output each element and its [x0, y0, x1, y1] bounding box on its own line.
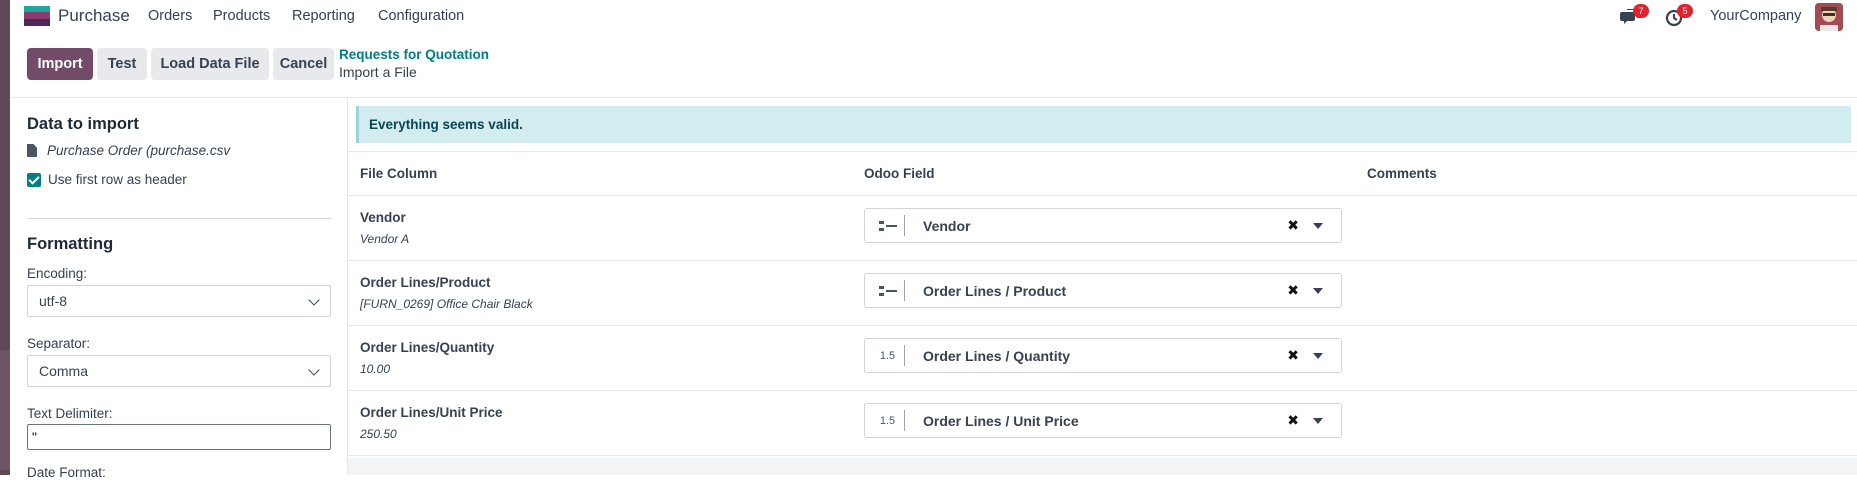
caret-down-icon[interactable]: [1313, 417, 1323, 424]
user-avatar[interactable]: [1815, 3, 1843, 31]
encoding-value: utf-8: [39, 293, 68, 309]
header-option-label: Use first row as header: [48, 172, 187, 187]
file-column-name: Vendor: [360, 210, 406, 225]
left-edge-strip: [0, 0, 10, 475]
float-type-icon: 1.5: [871, 410, 905, 431]
table-row: Vendor Vendor A Vendor ✖: [348, 196, 1857, 261]
table-footer-band: [348, 458, 1857, 475]
file-icon: [27, 144, 37, 157]
clear-icon[interactable]: ✖: [1287, 217, 1299, 234]
header-checkbox[interactable]: [27, 172, 41, 187]
cancel-button[interactable]: Cancel: [273, 48, 334, 80]
validation-alert: Everything seems valid.: [356, 106, 1851, 143]
text-delimiter-input[interactable]: ": [27, 424, 331, 450]
import-options-sidebar: Data to import Purchase Order (purchase.…: [10, 98, 348, 480]
odoo-field-select[interactable]: 1.5 Order Lines / Unit Price ✖: [864, 403, 1342, 438]
table-row: Order Lines/Quantity 10.00 1.5 Order Lin…: [348, 326, 1857, 391]
header-odoo-field: Odoo Field: [864, 166, 935, 181]
table-row: Order Lines/Unit Price 250.50 1.5 Order …: [348, 391, 1857, 456]
header-file-column: File Column: [360, 166, 438, 181]
date-format-label: Date Format:: [27, 465, 106, 480]
import-main-area: Everything seems valid. File Column Odoo…: [348, 98, 1857, 475]
control-panel: Import Test Load Data File Cancel Reques…: [10, 34, 1857, 98]
table-row: Order Lines/Product [FURN_0269] Office C…: [348, 261, 1857, 326]
menu-configuration[interactable]: Configuration: [378, 8, 464, 24]
file-column-sample: 250.50: [360, 427, 397, 441]
odoo-field-select[interactable]: 1.5 Order Lines / Quantity ✖: [864, 338, 1342, 373]
file-column-name: Order Lines/Quantity: [360, 340, 495, 355]
clear-icon[interactable]: ✖: [1287, 412, 1299, 429]
menu-orders[interactable]: Orders: [148, 8, 192, 24]
formatting-heading: Formatting: [27, 235, 114, 253]
left-edge-bump: [0, 350, 10, 470]
caret-down-icon[interactable]: [1313, 287, 1323, 294]
odoo-field-value: Vendor: [923, 217, 971, 234]
sidebar-divider: [27, 218, 331, 219]
company-switcher[interactable]: YourCompany: [1710, 8, 1801, 24]
file-column-sample: Vendor A: [360, 232, 410, 246]
breadcrumb-parent[interactable]: Requests for Quotation: [339, 47, 489, 62]
file-name-line: Purchase Order (purchase.csv: [27, 143, 230, 158]
app-name[interactable]: Purchase: [58, 6, 130, 26]
activity-badge: 5: [1677, 4, 1693, 18]
chat-badge: 7: [1633, 4, 1649, 18]
text-delimiter-label: Text Delimiter:: [27, 406, 113, 421]
file-column-name: Order Lines/Unit Price: [360, 405, 503, 420]
mapping-table: File Column Odoo Field Comments Vendor V…: [348, 151, 1857, 456]
chevron-down-icon: [308, 364, 320, 376]
data-to-import-heading: Data to import: [27, 115, 139, 133]
purchase-app-icon[interactable]: [24, 6, 50, 26]
float-type-icon: 1.5: [871, 345, 905, 366]
menu-products[interactable]: Products: [213, 8, 270, 24]
import-button[interactable]: Import: [27, 48, 93, 80]
breadcrumb-current: Import a File: [339, 64, 417, 80]
header-comments: Comments: [1367, 166, 1437, 181]
relation-icon: [871, 215, 905, 236]
header-option[interactable]: Use first row as header: [27, 172, 187, 187]
separator-value: Comma: [39, 363, 89, 379]
encoding-select[interactable]: utf-8: [27, 285, 331, 317]
separator-select[interactable]: Comma: [27, 355, 331, 387]
table-header: File Column Odoo Field Comments: [348, 151, 1857, 196]
menu-reporting[interactable]: Reporting: [292, 8, 355, 24]
file-column-sample: 10.00: [360, 362, 391, 376]
load-data-file-button[interactable]: Load Data File: [151, 48, 269, 80]
odoo-field-value: Order Lines / Quantity: [923, 347, 1071, 364]
encoding-label: Encoding:: [27, 266, 88, 281]
caret-down-icon[interactable]: [1313, 352, 1323, 359]
odoo-field-value: Order Lines / Unit Price: [923, 412, 1079, 429]
clear-icon[interactable]: ✖: [1287, 347, 1299, 364]
test-button[interactable]: Test: [97, 48, 147, 80]
odoo-field-value: Order Lines / Product: [923, 282, 1067, 299]
file-name: Purchase Order (purchase.csv: [47, 143, 231, 158]
file-column-sample: [FURN_0269] Office Chair Black: [360, 297, 533, 311]
chevron-down-icon: [308, 294, 320, 306]
top-navbar: Purchase Orders Products Reporting Confi…: [10, 0, 1857, 34]
odoo-field-select[interactable]: Order Lines / Product ✖: [864, 273, 1342, 308]
odoo-field-select[interactable]: Vendor ✖: [864, 208, 1342, 243]
file-column-name: Order Lines/Product: [360, 275, 491, 290]
separator-label: Separator:: [27, 336, 91, 351]
relation-icon: [871, 280, 905, 301]
caret-down-icon[interactable]: [1313, 222, 1323, 229]
clear-icon[interactable]: ✖: [1287, 282, 1299, 299]
